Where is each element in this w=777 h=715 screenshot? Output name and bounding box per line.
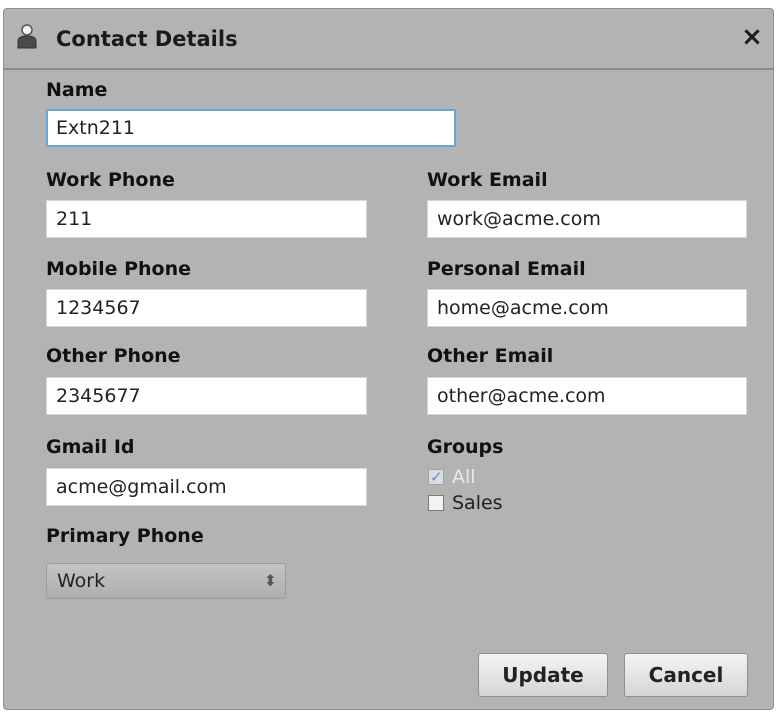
- other-email-field[interactable]: other@acme.com: [427, 377, 747, 415]
- primary-phone-select[interactable]: Work ⬍: [46, 563, 286, 599]
- mobile-phone-field[interactable]: 1234567: [46, 289, 367, 327]
- group-sales-checkbox[interactable]: [428, 495, 444, 511]
- gmail-id-field[interactable]: acme@gmail.com: [46, 468, 367, 506]
- primary-phone-value: Work: [57, 570, 106, 592]
- dialog-title: Contact Details: [56, 27, 238, 51]
- mobile-phone-label: Mobile Phone: [46, 258, 192, 280]
- personal-email-label: Personal Email: [427, 258, 586, 280]
- title-bar: Contact Details ×: [4, 9, 773, 70]
- up-down-arrows-icon: ⬍: [263, 571, 277, 590]
- work-phone-field[interactable]: 211: [46, 200, 367, 238]
- work-email-label: Work Email: [427, 169, 548, 191]
- name-field[interactable]: Extn211: [46, 109, 456, 147]
- close-icon[interactable]: ×: [739, 24, 765, 50]
- contact-person-icon: [17, 24, 37, 49]
- primary-phone-label: Primary Phone: [46, 525, 204, 547]
- checkmark-icon: ✓: [430, 468, 443, 486]
- group-sales-label[interactable]: Sales: [452, 493, 503, 513]
- other-phone-field[interactable]: 2345677: [46, 377, 367, 415]
- work-email-field[interactable]: work@acme.com: [427, 200, 747, 238]
- personal-email-field[interactable]: home@acme.com: [427, 289, 747, 327]
- other-phone-label: Other Phone: [46, 345, 181, 367]
- group-all-checkbox: ✓: [428, 468, 444, 486]
- update-button[interactable]: Update: [478, 653, 608, 697]
- group-all-label: All: [452, 466, 476, 488]
- gmail-id-label: Gmail Id: [46, 436, 135, 458]
- name-label: Name: [46, 79, 108, 101]
- other-email-label: Other Email: [427, 345, 554, 367]
- contact-details-dialog: Contact Details × Name Extn211 Work Phon…: [3, 8, 774, 710]
- work-phone-label: Work Phone: [46, 169, 175, 191]
- groups-label: Groups: [427, 436, 504, 458]
- cancel-button[interactable]: Cancel: [624, 653, 748, 697]
